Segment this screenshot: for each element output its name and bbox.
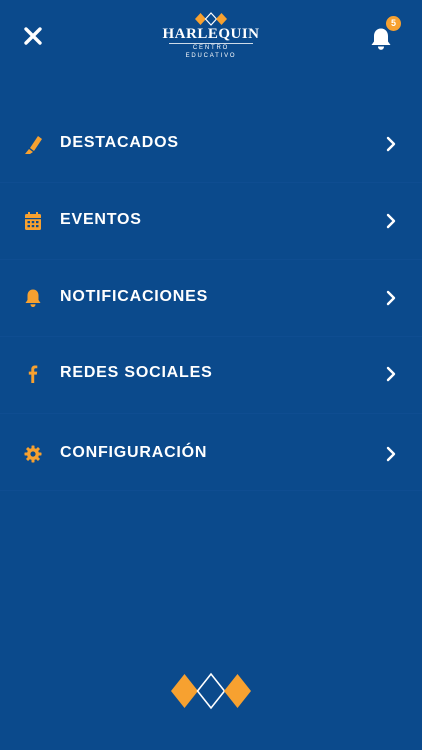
notification-count-badge: 5 xyxy=(386,16,401,31)
chevron-right-icon xyxy=(386,213,396,229)
menu-item-notificaciones[interactable]: NOTIFICACIONES xyxy=(0,260,422,337)
chevron-right-icon xyxy=(386,446,396,462)
facebook-icon xyxy=(28,365,38,383)
chevron-right-icon xyxy=(386,290,396,306)
logo-title: HARLEQUIN xyxy=(162,26,260,42)
gear-icon xyxy=(24,445,42,463)
highlighter-icon xyxy=(25,136,42,154)
bell-icon xyxy=(25,289,41,307)
top-bar: HARLEQUIN CENTRO EDUCATIVO 5 xyxy=(0,0,422,80)
harlequin-logo: HARLEQUIN CENTRO EDUCATIVO xyxy=(160,12,262,60)
menu-item-label: DESTACADOS xyxy=(60,134,179,151)
menu-item-redes-sociales[interactable]: REDES SOCIALES xyxy=(0,337,422,414)
logo-subtitle: CENTRO EDUCATIVO xyxy=(169,43,253,60)
footer-diamonds-icon xyxy=(171,672,251,710)
menu-item-label: NOTIFICACIONES xyxy=(60,288,209,305)
menu-item-label: CONFIGURACIÓN xyxy=(60,444,208,461)
menu-item-configuracion[interactable]: CONFIGURACIÓN xyxy=(0,414,422,491)
menu-item-label: EVENTOS xyxy=(60,211,142,228)
close-icon[interactable] xyxy=(22,25,44,47)
menu-item-destacados[interactable]: DESTACADOS xyxy=(0,105,422,183)
menu-list: DESTACADOS EVENTOS NOTIFICACIONES REDES … xyxy=(0,105,422,491)
menu-item-label: REDES SOCIALES xyxy=(60,364,213,381)
menu-item-eventos[interactable]: EVENTOS xyxy=(0,183,422,260)
chevron-right-icon xyxy=(386,366,396,382)
chevron-right-icon xyxy=(386,136,396,152)
calendar-icon xyxy=(25,212,41,230)
logo-diamonds-icon xyxy=(195,12,227,26)
